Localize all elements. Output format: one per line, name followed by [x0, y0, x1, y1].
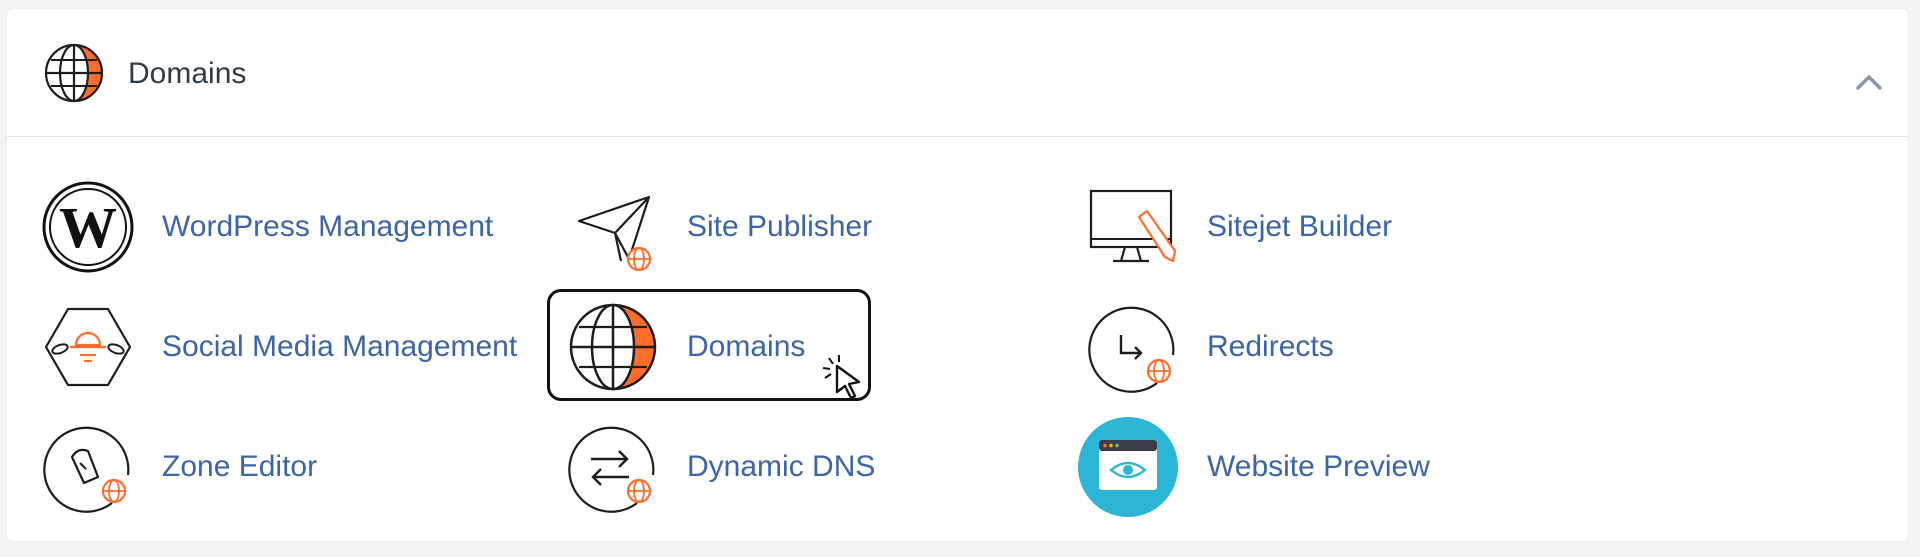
- tool-label: WordPress Management: [162, 210, 494, 243]
- tool-site-publisher[interactable]: Site Publisher: [567, 175, 872, 279]
- monitor-pencil-icon: [1089, 189, 1177, 263]
- tool-label: Social Media Management: [162, 330, 518, 363]
- tool-zone-editor[interactable]: Zone Editor: [42, 415, 317, 519]
- tool-redirects[interactable]: Redirects: [1087, 295, 1334, 399]
- wordpress-icon: W: [42, 181, 134, 273]
- domains-panel: Domains W WordPress Management Site Publ…: [7, 9, 1908, 541]
- chevron-up-icon: [1856, 75, 1882, 90]
- social-media-hexagon-icon: [44, 307, 132, 387]
- redirect-arrow-globe-icon: [1088, 306, 1175, 393]
- globe-icon: [569, 303, 657, 391]
- tool-social-media-management[interactable]: Social Media Management: [42, 295, 517, 399]
- tool-label: Redirects: [1207, 330, 1334, 363]
- tool-domains[interactable]: Domains: [567, 295, 805, 399]
- collapse-button[interactable]: [1844, 57, 1894, 107]
- tool-label: Dynamic DNS: [687, 450, 876, 483]
- tool-sitejet-builder[interactable]: Sitejet Builder: [1087, 175, 1392, 279]
- browser-eye-icon: [1078, 417, 1178, 517]
- svg-text:W: W: [59, 195, 117, 260]
- tool-label: Sitejet Builder: [1207, 210, 1393, 243]
- panel-header[interactable]: Domains: [7, 9, 1908, 137]
- paper-plane-globe-icon: [577, 195, 652, 272]
- tool-label: Site Publisher: [687, 210, 873, 243]
- section-title: Domains: [128, 57, 247, 90]
- tool-label: Zone Editor: [162, 450, 318, 483]
- mouse-pointer-icon: [822, 355, 861, 400]
- swap-arrows-globe-icon: [568, 426, 655, 513]
- tool-label: Website Preview: [1207, 450, 1430, 483]
- tool-website-preview[interactable]: Website Preview: [1077, 415, 1430, 519]
- globe-icon: [44, 43, 104, 103]
- tool-wordpress-management[interactable]: W WordPress Management: [42, 175, 493, 279]
- zone-editor-globe-icon: [43, 426, 130, 513]
- tool-label: Domains: [687, 330, 806, 363]
- tool-dynamic-dns[interactable]: Dynamic DNS: [567, 415, 875, 519]
